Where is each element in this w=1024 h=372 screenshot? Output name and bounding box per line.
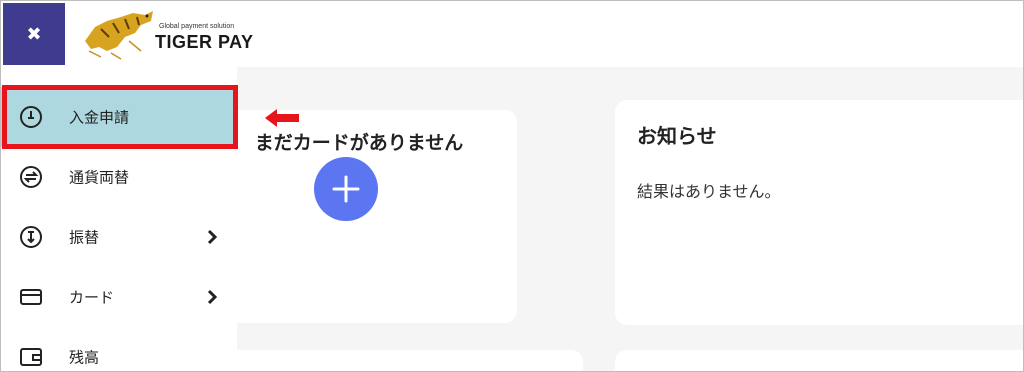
cards-panel: まだカードがありません: [201, 110, 517, 323]
logo-name: TIGER PAY: [155, 32, 254, 52]
sidebar-item-label: 振替: [69, 228, 100, 247]
card-icon: [20, 289, 42, 305]
news-title: お知らせ: [637, 124, 717, 148]
close-icon: ✖: [26, 23, 42, 45]
logo-tagline: Global payment solution: [159, 23, 235, 30]
cards-empty-title: まだカードがありません: [254, 132, 464, 154]
close-menu-button[interactable]: ✖: [3, 3, 65, 65]
tiger-logo-icon: [85, 11, 153, 60]
sidebar-item-exchange[interactable]: 通貨両替: [1, 147, 237, 207]
wallet-icon: [20, 348, 42, 366]
news-empty-message: 結果はありません。: [637, 182, 781, 201]
tiger-pay-logo[interactable]: Global payment solution TIGER PAY: [81, 7, 253, 61]
sidebar-item-label: 通貨両替: [69, 168, 130, 187]
exchange-icon: [20, 166, 42, 188]
bottom-panel-left: [201, 350, 583, 371]
chevron-right-icon: [207, 229, 218, 245]
add-card-button[interactable]: [314, 157, 378, 221]
sidebar-item-label: カード: [69, 288, 115, 307]
highlight-annotation-box: [2, 85, 238, 149]
top-bar: ✖ Global payment solution TIGER PAY: [1, 1, 1023, 67]
bottom-panel-right: [615, 350, 1023, 371]
transfer-icon: [20, 226, 42, 248]
sidebar-item-transfer[interactable]: 振替: [1, 207, 237, 267]
sidebar-item-balance[interactable]: 残高: [1, 327, 237, 371]
chevron-right-icon: [207, 289, 218, 305]
sidebar-item-label: 残高: [69, 348, 100, 367]
annotation-arrow-icon: [265, 109, 299, 127]
sidebar-item-card[interactable]: カード: [1, 267, 237, 327]
plus-icon: [332, 175, 360, 203]
app-frame: ✖ Global payment solution TIGER PAY まだカー…: [0, 0, 1024, 372]
news-panel: お知らせ 結果はありません。: [615, 100, 1023, 325]
